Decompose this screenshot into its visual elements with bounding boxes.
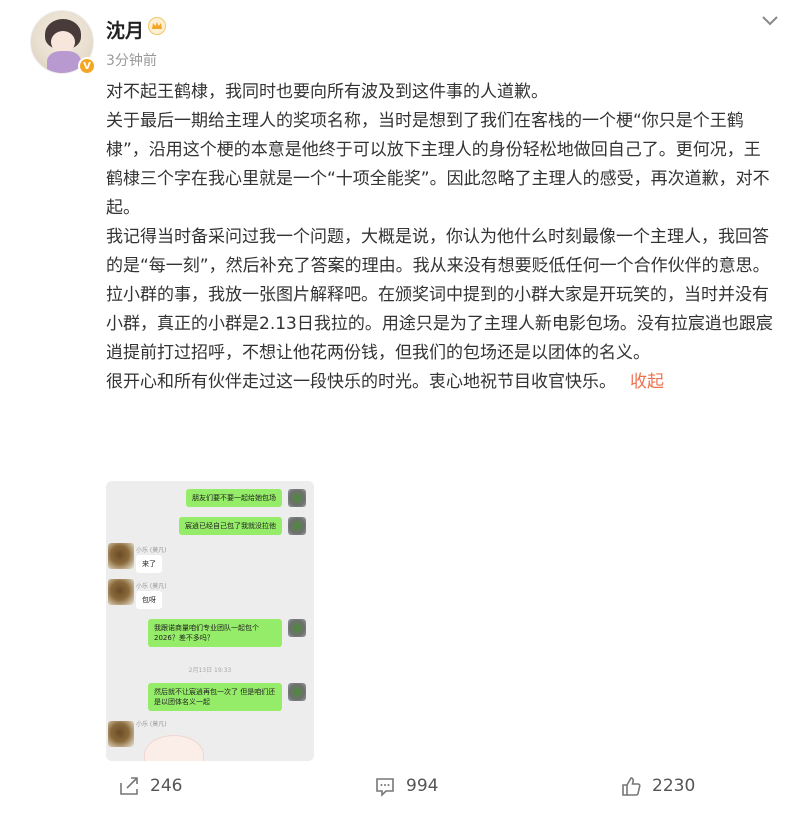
collapse-link[interactable]: 收起 — [630, 372, 664, 392]
share-count: 246 — [150, 776, 183, 796]
chat-screenshot-image[interactable]: 朋友们要不要一起给她包场 宸逍已经自己包了我就没拉他 小乐 (莫凡) 来了 小乐… — [106, 481, 314, 761]
verified-badge-icon: V — [78, 57, 96, 75]
post-paragraph: 对不起王鹤棣，我同时也要向所有波及到这件事的人道歉。 — [106, 82, 548, 102]
post-timestamp[interactable]: 3分钟前 — [106, 50, 157, 70]
chat-nickname: 小乐 (莫凡) — [136, 721, 167, 728]
post-paragraph-last: 很开心和所有伙伴走过这一段快乐的时光。衷心地祝节目收官快乐。 收起 — [106, 368, 774, 397]
chat-timestamp: 2月13日 19:33 — [188, 667, 232, 674]
author-name[interactable]: 沈月 — [106, 16, 144, 43]
sticker-image — [144, 735, 204, 761]
post-paragraph: 关于最后一期给主理人的奖项名称，当时是想到了我们在客栈的一个梗“你只是个王鹤棣”… — [106, 111, 770, 218]
chevron-down-icon[interactable] — [760, 14, 780, 28]
chat-avatar-self — [288, 489, 306, 507]
chat-bubble-outgoing: 然后就不让宸逍再包一次了 但是咱们还是以团体名义一起 — [148, 683, 282, 711]
chat-avatar-self — [288, 619, 306, 637]
action-bar: 246 994 2230 — [0, 768, 798, 804]
weibo-post: V 沈月 3分钟前 对不起王鹤棣，我同时也要向所有波及到这件事的人道歉。 关于最… — [0, 0, 798, 816]
chat-bubble-outgoing: 我跟诺商量咱们专业团队一起包个2026？差不多吗？ — [148, 619, 282, 647]
chat-avatar-self — [288, 683, 306, 701]
share-button[interactable]: 246 — [118, 768, 182, 804]
chat-nickname: 小乐 (莫凡) — [136, 547, 167, 554]
post-content: 对不起王鹤棣，我同时也要向所有波及到这件事的人道歉。 关于最后一期给主理人的奖项… — [106, 78, 774, 397]
chat-avatar-other — [108, 721, 134, 747]
like-button[interactable]: 2230 — [620, 768, 695, 804]
chat-avatar-self — [288, 517, 306, 535]
post-paragraph: 我记得当时备采问过我一个问题，大概是说，你认为他什么时刻最像一个主理人，我回答的… — [106, 227, 770, 276]
like-count: 2230 — [652, 776, 696, 796]
comment-button[interactable]: 994 — [374, 768, 438, 804]
post-paragraph: 很开心和所有伙伴走过这一段快乐的时光。衷心地祝节目收官快乐。 — [106, 372, 616, 392]
crown-icon — [148, 17, 166, 35]
comment-count: 994 — [406, 776, 439, 796]
chat-bubble-incoming: 来了 — [136, 555, 162, 573]
chat-avatar-other — [108, 543, 134, 569]
chat-bubble-outgoing: 朋友们要不要一起给她包场 — [186, 489, 282, 507]
chat-bubble-outgoing: 宸逍已经自己包了我就没拉他 — [179, 517, 282, 535]
share-icon — [120, 777, 138, 795]
chat-nickname: 小乐 (莫凡) — [136, 583, 167, 590]
chat-bubble-incoming: 包呀 — [136, 591, 162, 609]
chat-avatar-other — [108, 579, 134, 605]
post-paragraph: 拉小群的事，我放一张图片解释吧。在颁奖词中提到的小群大家是开玩笑的，当时并没有小… — [106, 285, 773, 363]
thumbs-up-icon — [622, 777, 641, 796]
comment-icon — [376, 778, 394, 797]
